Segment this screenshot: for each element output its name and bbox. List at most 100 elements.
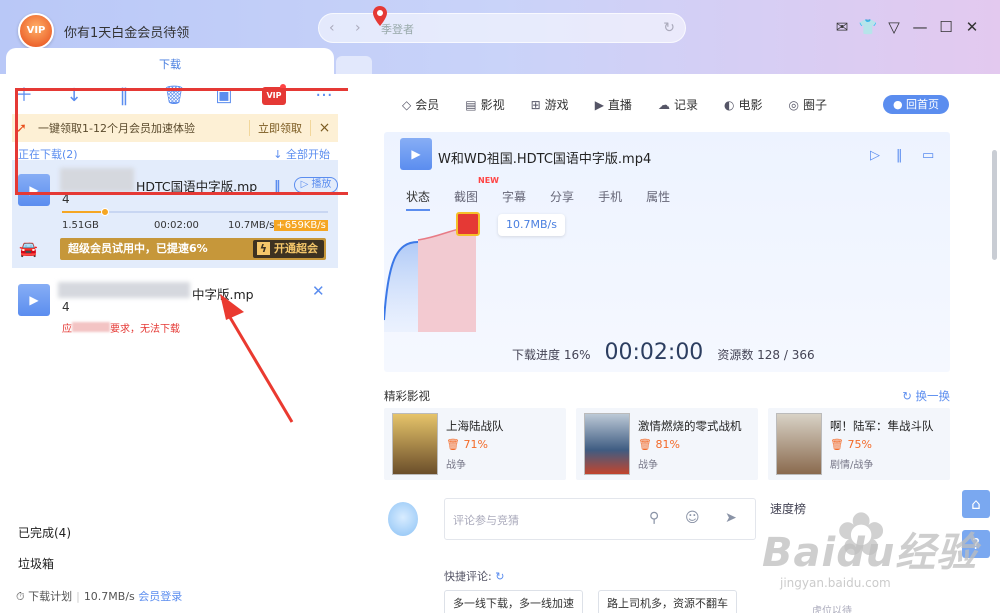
open-super-vip-label: 开通超会 [274, 242, 318, 255]
recommend-card[interactable]: 上海陆战队 🗑 71% 战争 [384, 408, 566, 480]
refresh-icon[interactable]: ↻ [663, 20, 675, 36]
maximize-icon[interactable]: ☐ [936, 17, 956, 37]
rating-value: 81% [655, 438, 680, 451]
open-super-vip-button[interactable]: ϟ 开通超会 [252, 240, 324, 258]
cloud-icon: ☁ [657, 98, 670, 112]
nav-member[interactable]: ◇ 会员 [402, 96, 439, 113]
quick-comment-label: 快捷评论: ↻ [444, 568, 504, 584]
error-suffix: 要求，无法下载 [110, 324, 180, 335]
watermark: Baidu经验 [762, 530, 978, 576]
play-icon[interactable]: ▷ [870, 148, 880, 163]
quick-comment-chip[interactable]: 路上司机多，资源不翻车 [598, 590, 737, 613]
bonus-speed: +659KB/s [274, 220, 328, 231]
recommend-card[interactable]: 啊！陆军：隼战斗队 🗑 75% 剧情/战争 [768, 408, 950, 480]
send-icon[interactable]: ➤ [725, 510, 737, 526]
download-progress: 下载进度 16% [512, 348, 591, 362]
genre-tag: 剧情/战争 [830, 460, 874, 471]
poster-image [776, 413, 822, 475]
skin-icon[interactable]: 👕 [858, 17, 878, 37]
video-file-icon: ▶ [18, 284, 50, 316]
search-box[interactable]: ‹ › 季登者 ↻ [318, 6, 686, 43]
blurred-error-text [72, 322, 110, 332]
elapsed-clock: 00:02:00 [604, 340, 704, 365]
download-plan-link[interactable]: 下载计划 [28, 590, 72, 603]
completed-section[interactable]: 已完成(4) [18, 524, 71, 541]
vip-message[interactable]: 你有1天白金会员待领 [64, 22, 189, 41]
screen-icon[interactable]: ▭ [922, 148, 934, 163]
resource-count: 资源数 128 / 366 [717, 348, 815, 362]
vip-logo[interactable]: VIP [18, 13, 54, 49]
nav-record[interactable]: ☁ 记录 [658, 96, 698, 113]
mascot-avatar [388, 502, 418, 536]
detail-title: W和WD祖国.HDTC国语中字版.mp4 [438, 152, 652, 167]
download-detail-card: ▶ W和WD祖国.HDTC国语中字版.mp4 ▷ ‖ ▭ 状态 截图 NEW 字幕… [384, 132, 950, 372]
speed-rank-title[interactable]: 速度榜 [770, 500, 806, 517]
file-name-suffix: 4 [62, 300, 70, 314]
recommend-card[interactable]: 激情燃烧的零式战机 🗑 81% 战争 [576, 408, 758, 480]
genre-tag: 战争 [638, 460, 658, 471]
nav-member-label: 会员 [415, 98, 440, 112]
progress-fill [62, 211, 105, 213]
rating-value: 71% [463, 438, 488, 451]
rating-percent: 🗑 71% [446, 438, 488, 451]
recommend-header: 精彩影视 ↻ 换一换 [384, 388, 950, 404]
comment-placeholder: 评论参与竞猜 [453, 514, 519, 527]
forward-arrow-icon[interactable]: › [355, 20, 361, 36]
comment-input[interactable]: 评论参与竞猜 ⚲ ☺ ➤ [444, 498, 756, 540]
top-navigation: ◇ 会员 ▤ 影视 ⊞ 游戏 ▶ 直播 ☁ 记录 ◐ 电影 ◎ 圈子 [402, 96, 853, 113]
progress-knob[interactable] [100, 208, 109, 216]
tab-secondary[interactable] [336, 56, 372, 74]
gamepad-icon: ⊞ [530, 98, 541, 112]
quick-comment-chip[interactable]: 多一线下载，多一线加速 [444, 590, 583, 613]
nav-movie[interactable]: ◐ 电影 [724, 96, 763, 113]
member-login-link[interactable]: 会员登录 [138, 590, 182, 603]
speedup-banner: 超级会员试用中，已提速6% ϟ 开通超会 [60, 238, 326, 260]
poster-image [584, 413, 630, 475]
mail-icon[interactable]: ✉ [832, 17, 852, 37]
minimize-icon[interactable]: — [910, 17, 930, 37]
back-arrow-icon[interactable]: ‹ [329, 20, 335, 36]
nav-game-label: 游戏 [544, 98, 569, 112]
nav-video[interactable]: ▤ 影视 [465, 96, 504, 113]
speed-tooltip: 10.7MB/s [498, 214, 565, 236]
close-icon[interactable]: ✕ [962, 17, 982, 37]
emoji-icon[interactable]: ☺ [685, 510, 700, 526]
car-icon: 🚘 [19, 240, 38, 258]
left-footer: ⏱ 下载计划 | 10.7MB/s 会员登录 [16, 590, 183, 603]
remove-item-icon[interactable]: ✕ [312, 282, 325, 300]
download-speed: 10.7MB/s +659KB/s [228, 220, 328, 231]
nav-game[interactable]: ⊞ 游戏 [531, 96, 569, 113]
home-float-icon[interactable]: ⌂ [962, 490, 990, 518]
annotation-arrow [220, 294, 294, 423]
refresh-icon[interactable]: ↻ [495, 570, 504, 583]
nav-movie-label: 电影 [738, 98, 763, 112]
progress-bar[interactable] [62, 208, 328, 216]
nav-video-label: 影视 [480, 98, 505, 112]
trash-section[interactable]: 垃圾箱 [18, 555, 54, 572]
error-message: 应 要求，无法下载 [62, 320, 180, 335]
scrollbar[interactable] [992, 150, 997, 260]
quick-comment-text: 快捷评论: [444, 570, 492, 583]
recommend-title: 精彩影视 [384, 389, 430, 403]
error-prefix: 应 [62, 324, 72, 335]
nav-record-label: 记录 [673, 98, 698, 112]
file-size: 1.51GB [62, 220, 99, 231]
nav-circle-label: 圈子 [802, 98, 827, 112]
watermark-url: jingyan.baidu.com [780, 576, 891, 590]
pause-icon[interactable]: ‖ [896, 148, 903, 163]
search-input[interactable]: 季登者 [381, 21, 414, 37]
nav-circle[interactable]: ◎ 圈子 [788, 96, 827, 113]
attach-icon[interactable]: ⚲ [649, 510, 659, 526]
diamond-icon: ◇ [402, 98, 412, 112]
highlight-frame [15, 88, 352, 195]
tab-download[interactable]: 下载 [6, 48, 334, 76]
nav-live[interactable]: ▶ 直播 [595, 96, 632, 113]
menu-icon[interactable]: ▽ [884, 17, 904, 37]
film-icon: ▤ [465, 98, 477, 112]
poster-image [392, 413, 438, 475]
speedup-text: 超级会员试用中，已提速6% [68, 242, 208, 255]
speed-value: 10.7MB/s [228, 220, 275, 231]
footer-speed: 10.7MB/s [83, 590, 135, 603]
home-button[interactable]: ● 回首页 [883, 95, 949, 114]
swap-button[interactable]: ↻ 换一换 [902, 388, 950, 404]
